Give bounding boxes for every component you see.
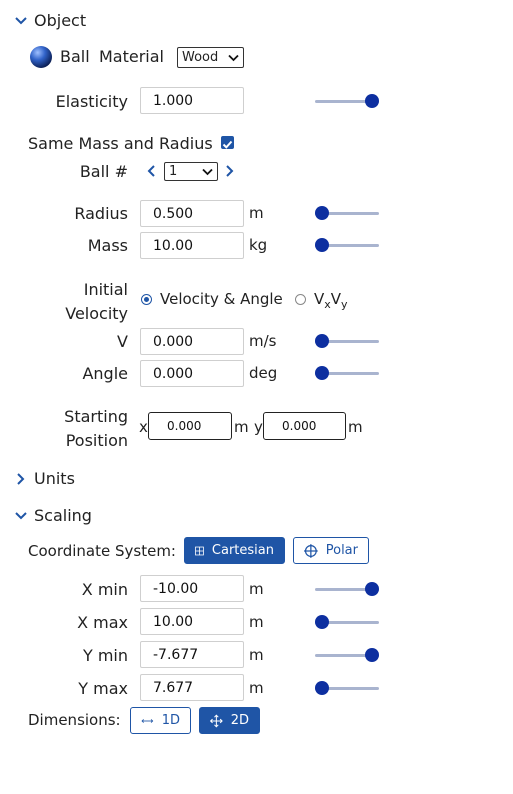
ball-number-select[interactable]: 1 [164,162,218,181]
mass-unit: kg [249,236,268,254]
slider-knob[interactable] [315,615,329,629]
v-label: V [117,332,128,351]
material-label: Material [99,47,164,66]
object-section-title: Object [34,11,87,30]
radius-label: Radius [74,204,128,223]
radius-slider[interactable] [315,206,379,220]
vxvy-radio[interactable] [295,294,306,305]
start-y-label: y [254,418,263,436]
starting-position-label-line1: Starting [64,407,128,426]
elasticity-slider[interactable] [315,94,379,108]
slider-knob[interactable] [365,648,379,662]
angle-unit: deg [249,364,278,382]
chevron-down-icon [15,511,27,519]
radius-input[interactable]: 0.500 [140,200,244,227]
grid-icon [195,546,204,555]
ymax-unit: m [249,679,264,697]
ymin-label: Y min [82,646,128,665]
starting-position-label-line2: Position [65,431,128,450]
same-mass-radius-label: Same Mass and Radius [28,134,213,153]
xmin-input[interactable]: -10.00 [140,575,244,602]
slider-knob[interactable] [315,334,329,348]
start-x-input[interactable]: 0.000 [148,412,232,440]
ymax-slider[interactable] [315,681,379,695]
units-section-header[interactable]: Units [14,469,75,488]
move-arrows-icon [210,714,223,727]
elasticity-label: Elasticity [55,92,128,111]
slider-knob[interactable] [315,238,329,252]
cartesian-button[interactable]: Cartesian [184,537,285,564]
slider-knob[interactable] [315,681,329,695]
start-x-unit: m [234,418,249,436]
start-y-unit: m [348,418,363,436]
coordinate-system-label: Coordinate System: [28,542,176,560]
dimension-2d-label: 2D [230,713,249,728]
starting-position-label: Starting Position [20,405,128,453]
xmin-unit: m [249,580,264,598]
v-slider[interactable] [315,334,379,348]
xmax-slider[interactable] [315,615,379,629]
horizontal-arrows-icon [141,718,154,723]
start-y-input[interactable]: 0.000 [263,412,346,440]
ball-number-label: Ball # [79,162,128,181]
elasticity-input[interactable]: 1.000 [140,87,244,114]
scaling-section-header[interactable]: Scaling [14,506,92,525]
slider-knob[interactable] [315,366,329,380]
vxvy-option-label[interactable]: VxVy [314,290,348,311]
ymax-input[interactable]: 7.677 [140,674,244,701]
ymax-label: Y max [78,679,128,698]
mass-label: Mass [87,236,128,255]
cartesian-button-label: Cartesian [211,543,274,558]
slider-knob[interactable] [315,206,329,220]
mass-slider[interactable] [315,238,379,252]
xmax-input[interactable]: 10.00 [140,608,244,635]
ymin-slider[interactable] [315,648,379,662]
polar-button[interactable]: Polar [293,537,369,564]
initial-velocity-label-line2: Velocity [65,304,128,323]
initial-velocity-label: Initial Velocity [20,278,128,326]
material-select[interactable]: Wood [177,47,244,68]
ball-icon [30,46,52,68]
same-mass-radius-checkbox[interactable] [221,136,234,149]
scaling-section-title: Scaling [34,506,92,525]
velocity-angle-radio[interactable] [141,294,152,305]
start-x-label: x [139,418,148,436]
slider-knob[interactable] [365,582,379,596]
mass-input[interactable]: 10.00 [140,232,244,259]
chevron-down-icon [15,16,27,24]
ymin-unit: m [249,646,264,664]
xmax-label: X max [77,613,128,632]
angle-input[interactable]: 0.000 [140,360,244,387]
radius-unit: m [249,204,264,222]
xmin-slider[interactable] [315,582,379,596]
chevron-down-icon [202,168,213,175]
angle-slider[interactable] [315,366,379,380]
dimension-1d-label: 1D [161,713,180,728]
ymin-input[interactable]: -7.677 [140,641,244,668]
slider-knob[interactable] [365,94,379,108]
chevron-down-icon [228,54,239,61]
chevron-left-icon[interactable] [146,164,156,178]
angle-label: Angle [82,364,128,383]
dimensions-label: Dimensions: [28,711,121,729]
v-input[interactable]: 0.000 [140,328,244,355]
crosshair-icon [304,543,318,558]
velocity-angle-option-label[interactable]: Velocity & Angle [160,290,283,308]
dimension-2d-button[interactable]: 2D [199,707,260,734]
units-section-title: Units [34,469,75,488]
v-unit: m/s [249,332,277,350]
xmin-label: X min [81,580,128,599]
xmax-unit: m [249,613,264,631]
polar-button-label: Polar [325,543,358,558]
checkmark-icon [222,140,233,149]
dimension-1d-button[interactable]: 1D [130,707,191,734]
ball-label: Ball [60,47,90,66]
chevron-right-icon [17,472,25,485]
chevron-right-icon[interactable] [225,164,235,178]
initial-velocity-label-line1: Initial [83,280,128,299]
ball-number-value: 1 [169,164,178,179]
object-section-header[interactable]: Object [14,11,86,30]
material-value: Wood [182,50,219,65]
